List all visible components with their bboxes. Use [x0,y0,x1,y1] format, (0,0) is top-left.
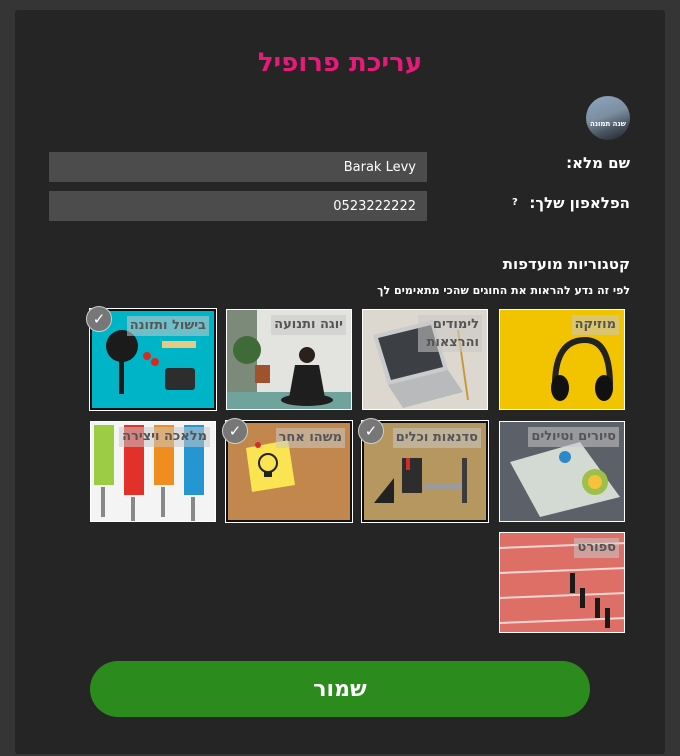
category-label: יוגה ותנועה [271,315,346,335]
selected-check-icon: ✓ [358,418,384,444]
name-label: שם מלא: [566,154,630,172]
category-label: מוזיקה [571,315,619,335]
category-label: סדנאות וכלים [392,428,481,448]
category-label: בישול ותזונה [126,316,209,336]
category-label: סיורים וטיולים [528,427,619,447]
phone-input[interactable] [49,191,427,221]
page-title: עריכת פרופיל [257,48,423,78]
name-input[interactable] [49,152,427,182]
category-tile-tours[interactable]: סיורים וטיולים [499,421,625,522]
category-label: מלאכה ויצירה [119,427,210,447]
category-tile-crafts[interactable]: מלאכה ויצירה [90,421,216,522]
categories-subtitle: לפי זה נדע להראות את החוגים שהכי מתאימים… [377,284,630,297]
category-label: ספורט [574,538,619,558]
avatar[interactable]: שנה תמונה [586,96,630,140]
categories-title: קטגוריות מועדפות [502,255,630,273]
category-label: לימודים והרצאות [418,315,482,353]
category-label: משהו אחר [275,428,345,448]
selected-check-icon: ✓ [222,418,248,444]
category-tile-lectures[interactable]: לימודים והרצאות [362,309,488,410]
category-tile-music[interactable]: מוזיקה [499,309,625,410]
category-tile-sport[interactable]: ספורט [499,532,625,633]
selected-check-icon: ✓ [86,306,112,332]
phone-label: הפלאפון שלך: [529,194,630,212]
phone-help-icon[interactable]: ? [512,197,518,208]
category-tile-yoga[interactable]: יוגה ותנועה [226,309,352,410]
save-button[interactable]: שמור [90,661,590,717]
change-photo-text[interactable]: שנה תמונה [586,120,630,128]
